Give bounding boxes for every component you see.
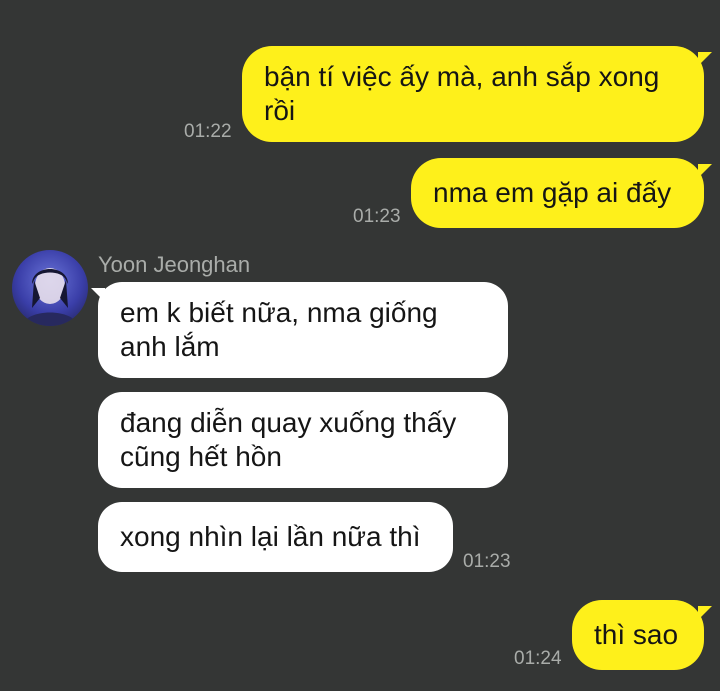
their-message-bubble[interactable]: xong nhìn lại lần nữa thì: [98, 502, 453, 572]
message-timestamp: 01:24: [514, 648, 562, 669]
message-timestamp: 01:22: [184, 121, 232, 142]
message-text: bận tí việc ấy mà, anh sắp xong rồi: [264, 61, 660, 126]
my-message-bubble[interactable]: thì sao: [572, 600, 704, 670]
message-text: nma em gặp ai đấy: [433, 177, 672, 208]
my-message-bubble[interactable]: nma em gặp ai đấy: [411, 158, 704, 228]
message-timestamp: 01:23: [463, 551, 511, 572]
bubble-tail: [698, 164, 712, 178]
bubble-tail: [698, 606, 712, 620]
message-text: thì sao: [594, 619, 679, 650]
their-message-bubble[interactable]: em k biết nữa, nma giống anh lắm: [98, 282, 508, 378]
message-text: xong nhìn lại lần nữa thì: [120, 521, 421, 552]
bubble-tail: [698, 52, 712, 66]
message-timestamp: 01:23: [353, 206, 401, 227]
sender-avatar[interactable]: [12, 250, 88, 326]
message-text: em k biết nữa, nma giống anh lắm: [120, 297, 438, 362]
their-message-bubble[interactable]: đang diễn quay xuống thấy cũng hết hồn: [98, 392, 508, 488]
avatar-photo-icon: [22, 268, 78, 326]
my-message-bubble[interactable]: bận tí việc ấy mà, anh sắp xong rồi: [242, 46, 704, 142]
message-text: đang diễn quay xuống thấy cũng hết hồn: [120, 407, 457, 472]
sender-name: Yoon Jeonghan: [98, 252, 251, 277]
